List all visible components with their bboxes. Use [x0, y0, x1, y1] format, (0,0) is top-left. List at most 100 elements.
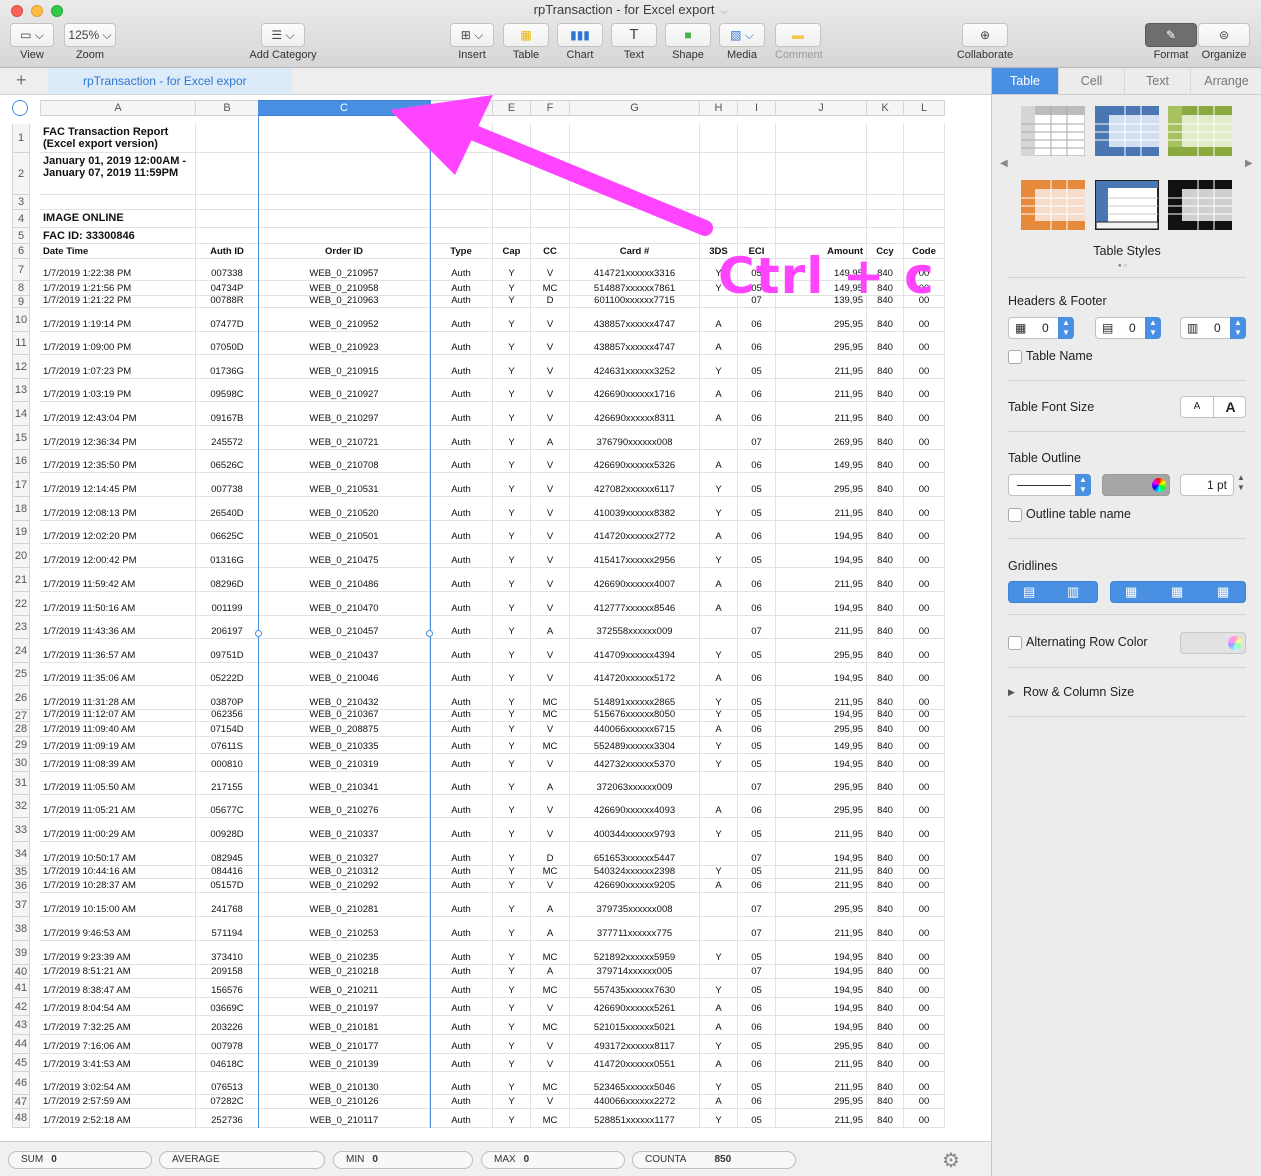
table-cell[interactable]: 1/7/2019 12:35:50 PM [40, 450, 196, 473]
row-header[interactable]: 18 [12, 497, 30, 521]
table-cell[interactable]: 06 [738, 1095, 776, 1109]
table-cell[interactable]: V [531, 722, 570, 737]
table-cell[interactable]: V [531, 818, 570, 842]
tab-text[interactable]: Text [1124, 68, 1190, 94]
row-header[interactable]: 5 [12, 228, 30, 244]
table-cell[interactable] [700, 893, 738, 917]
table-cell[interactable]: MC [531, 941, 570, 965]
table-cell[interactable]: Auth [430, 842, 493, 866]
select-table-handle[interactable] [12, 100, 28, 116]
row-header[interactable]: 17 [12, 473, 30, 497]
table-cell[interactable] [700, 228, 738, 244]
table-cell[interactable]: WEB_0_210708 [259, 450, 430, 473]
table-cell[interactable]: 00 [904, 1035, 945, 1054]
stepper-arrows-icon[interactable]: ▲ ▼ [1075, 474, 1091, 496]
table-cell[interactable]: 840 [867, 521, 904, 544]
table-cell[interactable]: A [700, 402, 738, 426]
table-cell[interactable] [904, 210, 945, 228]
table-cell[interactable]: 01736G [196, 355, 259, 379]
table-style-3[interactable] [1168, 106, 1232, 156]
table-cell[interactable]: A [700, 521, 738, 544]
table-cell[interactable]: Y [700, 1072, 738, 1095]
table-cell[interactable]: WEB_0_210432 [259, 686, 430, 710]
table-cell[interactable]: 06 [738, 379, 776, 402]
table-cell[interactable]: Auth [430, 754, 493, 772]
table-cell[interactable]: WEB_0_210470 [259, 592, 430, 616]
table-cell[interactable]: Auth [430, 795, 493, 818]
row-header[interactable]: 36 [12, 879, 30, 893]
table-cell[interactable]: 211,95 [776, 1072, 867, 1095]
table-cell[interactable] [700, 124, 738, 153]
table-cell[interactable]: 06 [738, 402, 776, 426]
table-cell[interactable]: 00 [904, 842, 945, 866]
shape-button[interactable]: ■ Shape [665, 23, 711, 61]
table-cell[interactable]: WEB_0_210297 [259, 402, 430, 426]
table-cell[interactable]: A [700, 795, 738, 818]
table-cell[interactable]: 295,95 [776, 332, 867, 355]
row-header[interactable]: 27 [12, 710, 30, 722]
table-cell[interactable]: 194,95 [776, 965, 867, 979]
row-header[interactable]: 44 [12, 1035, 30, 1054]
table-cell[interactable]: 414720xxxxxx0551 [570, 1054, 700, 1072]
table-cell[interactable]: MC [531, 1109, 570, 1128]
table-cell[interactable] [867, 210, 904, 228]
table-cell[interactable]: 295,95 [776, 772, 867, 795]
table-cell[interactable]: 04734P [196, 281, 259, 296]
table-cell[interactable]: MC [531, 866, 570, 879]
format-button[interactable]: ✎ Format [1145, 23, 1197, 61]
table-cell[interactable]: 03870P [196, 686, 259, 710]
table-cell[interactable] [531, 195, 570, 210]
table-cell[interactable]: 1/7/2019 12:36:34 PM [40, 426, 196, 450]
table-cell[interactable]: 00 [904, 979, 945, 998]
table-cell[interactable]: Auth [430, 402, 493, 426]
row-header[interactable]: 11 [12, 332, 30, 355]
footer-rows-stepper[interactable]: ▥ 0 ▲ ▼ [1180, 317, 1246, 339]
table-cell[interactable]: 194,95 [776, 1016, 867, 1035]
title-chevron-icon[interactable]: ⌵ [721, 6, 728, 16]
row-header[interactable]: 14 [12, 402, 30, 426]
table-cell[interactable] [493, 210, 531, 228]
table-style-2[interactable] [1095, 106, 1159, 156]
table-cell[interactable]: 1/7/2019 1:22:38 PM [40, 259, 196, 281]
table-cell[interactable] [196, 124, 259, 153]
table-cell[interactable]: 06 [738, 1054, 776, 1072]
table-cell[interactable]: V [531, 355, 570, 379]
table-cell[interactable] [259, 210, 430, 228]
column-title-cell[interactable]: Type [430, 244, 493, 259]
table-cell[interactable] [570, 210, 700, 228]
table-cell[interactable]: WEB_0_210437 [259, 639, 430, 663]
table-cell[interactable]: WEB_0_210197 [259, 998, 430, 1016]
table-cell[interactable]: 00 [904, 710, 945, 722]
table-cell[interactable]: 211,95 [776, 818, 867, 842]
table-cell[interactable]: V [531, 1054, 570, 1072]
table-cell[interactable]: 410039xxxxxx8382 [570, 497, 700, 521]
table-cell[interactable]: WEB_0_208875 [259, 722, 430, 737]
table-cell[interactable]: 194,95 [776, 998, 867, 1016]
table-cell[interactable]: 06 [738, 592, 776, 616]
table-cell[interactable]: 211,95 [776, 355, 867, 379]
table-cell[interactable]: 00 [904, 379, 945, 402]
table-cell[interactable]: Y [493, 355, 531, 379]
table-cell[interactable]: V [531, 879, 570, 893]
table-cell[interactable] [531, 228, 570, 244]
table-cell[interactable]: 062356 [196, 710, 259, 722]
table-cell[interactable]: V [531, 544, 570, 568]
table-cell[interactable]: 840 [867, 754, 904, 772]
table-cell[interactable]: 211,95 [776, 497, 867, 521]
organize-button[interactable]: ⊜ Organize [1197, 23, 1251, 61]
table-cell[interactable]: Y [493, 1035, 531, 1054]
table-cell[interactable]: Y [493, 426, 531, 450]
table-cell[interactable]: WEB_0_210181 [259, 1016, 430, 1035]
table-cell[interactable] [259, 228, 430, 244]
table-cell[interactable]: 372063xxxxxx009 [570, 772, 700, 795]
table-cell[interactable]: 412777xxxxxx8546 [570, 592, 700, 616]
table-cell[interactable]: 00 [904, 616, 945, 639]
text-button[interactable]: T Text [611, 23, 657, 61]
table-cell[interactable]: 1/7/2019 8:38:47 AM [40, 979, 196, 998]
table-cell[interactable]: MC [531, 1016, 570, 1035]
table-cell[interactable]: 00 [904, 639, 945, 663]
table-cell[interactable]: 00 [904, 737, 945, 754]
table-cell[interactable]: 440066xxxxxx6715 [570, 722, 700, 737]
table-cell[interactable]: Y [700, 866, 738, 879]
table-cell[interactable]: Auth [430, 965, 493, 979]
